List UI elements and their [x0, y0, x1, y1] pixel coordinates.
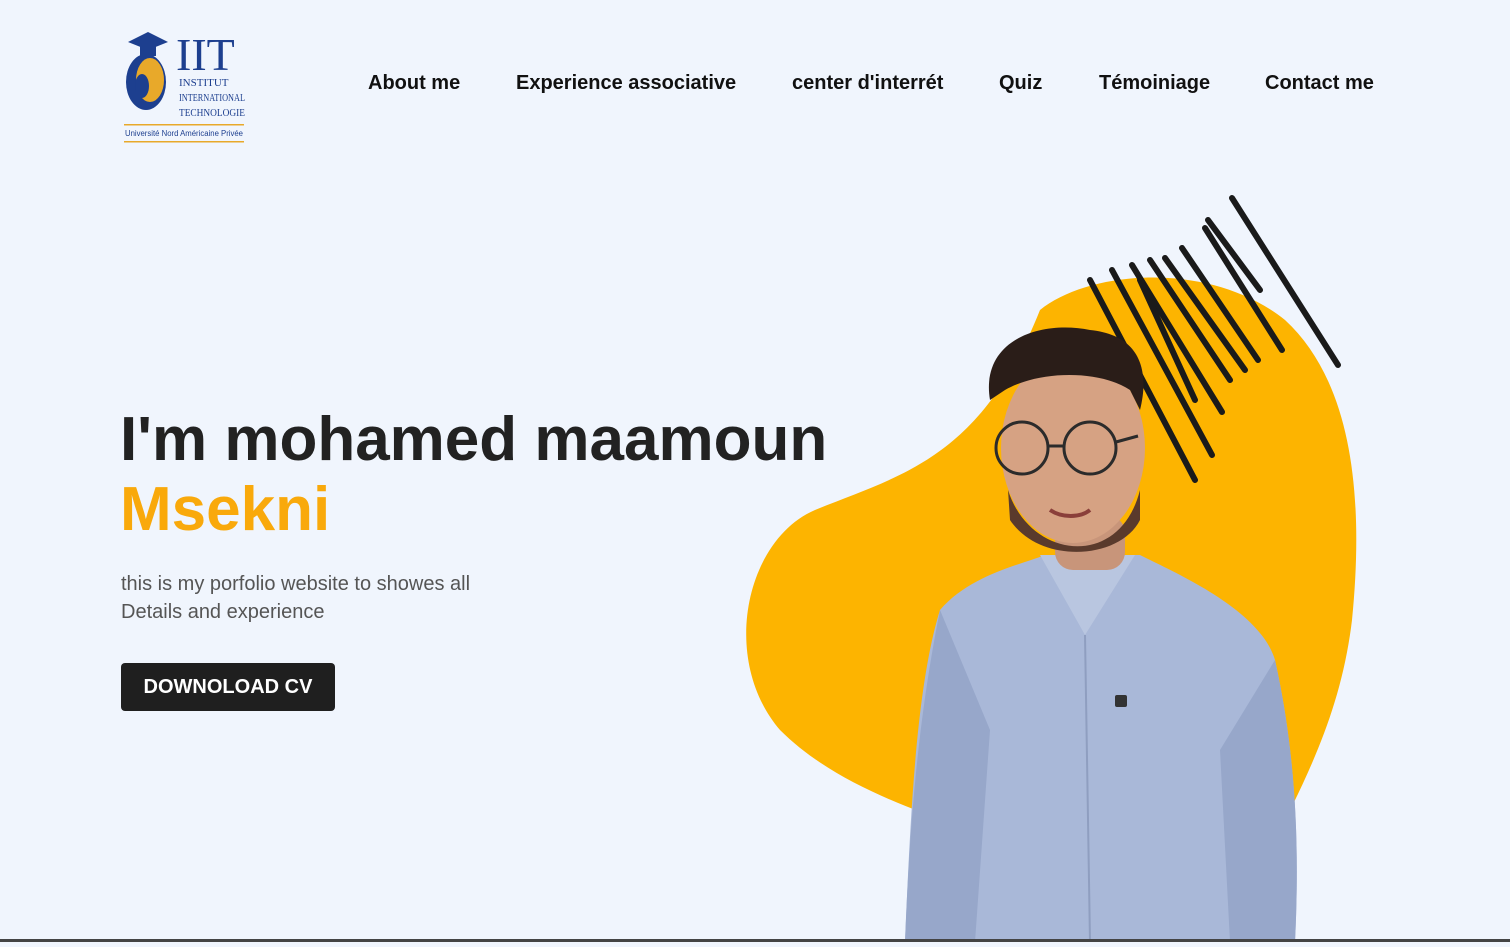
hero-illustration	[746, 195, 1357, 943]
main-nav: About me Experience associative center d…	[0, 72, 1510, 100]
nav-quiz[interactable]: Quiz	[999, 72, 1042, 95]
hero-description: this is my porfolio website to showes al…	[121, 570, 501, 626]
hero-description-line2: Details and experience	[121, 601, 325, 623]
nav-about-me[interactable]: About me	[368, 72, 460, 95]
nav-temoiniage[interactable]: Témoiniage	[1099, 72, 1210, 95]
nav-experience-associative[interactable]: Experience associative	[516, 72, 736, 95]
nav-contact-me[interactable]: Contact me	[1265, 72, 1374, 95]
hero-description-line1: this is my porfolio website to showes al…	[121, 573, 471, 595]
hero-art	[740, 190, 1380, 947]
hero-name: Msekni	[120, 475, 331, 544]
svg-text:Université Nord Américaine Pri: Université Nord Américaine Privée	[125, 129, 244, 138]
nav-center-interet[interactable]: center d'interrét	[792, 72, 943, 95]
hero-title: I'm mohamed maamoun	[120, 405, 828, 474]
svg-text:TECHNOLOGIE: TECHNOLOGIE	[179, 107, 245, 119]
download-cv-button[interactable]: DOWNOLOAD CV	[121, 663, 335, 711]
